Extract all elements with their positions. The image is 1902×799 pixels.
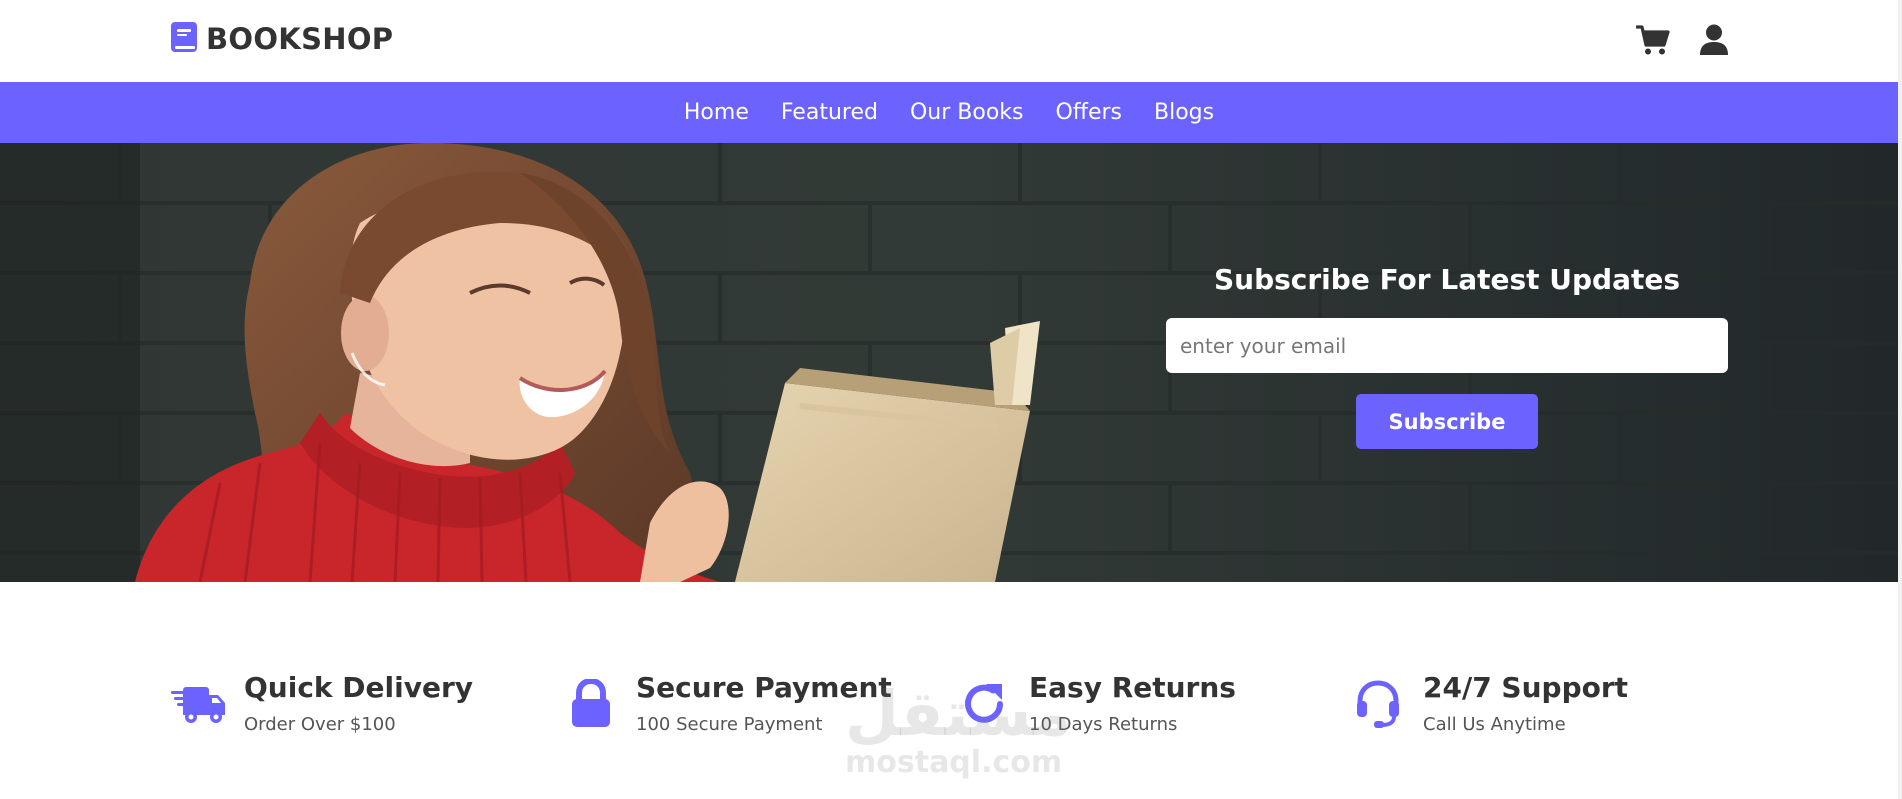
feature-text: Quick Delivery Order Over $100 <box>244 670 473 735</box>
truck-icon <box>170 674 228 734</box>
nav-offers[interactable]: Offers <box>1055 100 1122 125</box>
cart-icon[interactable] <box>1633 20 1673 60</box>
feature-text: Secure Payment 100 Secure Payment <box>636 670 892 735</box>
logo-link[interactable]: BOOKSHOP <box>170 20 393 58</box>
feature-title: 24/7 Support <box>1423 671 1629 704</box>
page: BOOKSHOP Home Featured Our Books Offers … <box>0 0 1902 799</box>
hero-banner: Subscribe For Latest Updates Subscribe <box>0 143 1898 582</box>
feature-subtitle: 100 Secure Payment <box>636 714 823 735</box>
email-input[interactable] <box>1166 318 1728 373</box>
lock-icon <box>562 674 620 734</box>
user-icon[interactable] <box>1694 20 1734 60</box>
refresh-icon <box>955 674 1013 734</box>
nav-blogs[interactable]: Blogs <box>1154 100 1214 125</box>
feature-subtitle: Order Over $100 <box>244 714 396 735</box>
feature-text: Easy Returns 10 Days Returns <box>1029 670 1236 735</box>
header: BOOKSHOP <box>0 0 1902 82</box>
feature-subtitle: Call Us Anytime <box>1423 714 1566 735</box>
headset-icon <box>1349 674 1407 734</box>
feature-secure-payment: Secure Payment 100 Secure Payment <box>562 670 892 735</box>
feature-quick-delivery: Quick Delivery Order Over $100 <box>170 670 473 735</box>
subscribe-title: Subscribe For Latest Updates <box>1213 263 1681 296</box>
feature-subtitle: 10 Days Returns <box>1029 714 1178 735</box>
nav-featured[interactable]: Featured <box>781 100 878 125</box>
logo-text: BOOKSHOP <box>206 22 394 56</box>
book-icon <box>170 21 198 57</box>
feature-text: 24/7 Support Call Us Anytime <box>1423 670 1628 735</box>
feature-title: Easy Returns <box>1029 671 1236 704</box>
feature-title: Secure Payment <box>636 671 892 704</box>
feature-title: Quick Delivery <box>244 671 474 704</box>
watermark-latin: mostaql.com <box>845 745 1063 780</box>
nav-our-books[interactable]: Our Books <box>910 100 1024 125</box>
nav-home[interactable]: Home <box>684 100 749 125</box>
scrollbar-track[interactable] <box>1898 0 1902 799</box>
subscribe-button[interactable]: Subscribe <box>1356 394 1538 449</box>
feature-easy-returns: Easy Returns 10 Days Returns <box>955 670 1236 735</box>
main-nav: Home Featured Our Books Offers Blogs <box>0 82 1898 143</box>
feature-support: 24/7 Support Call Us Anytime <box>1349 670 1628 735</box>
subscribe-panel: Subscribe For Latest Updates Subscribe <box>1166 263 1728 449</box>
features-section: Quick Delivery Order Over $100 Secure Pa… <box>0 582 1898 799</box>
